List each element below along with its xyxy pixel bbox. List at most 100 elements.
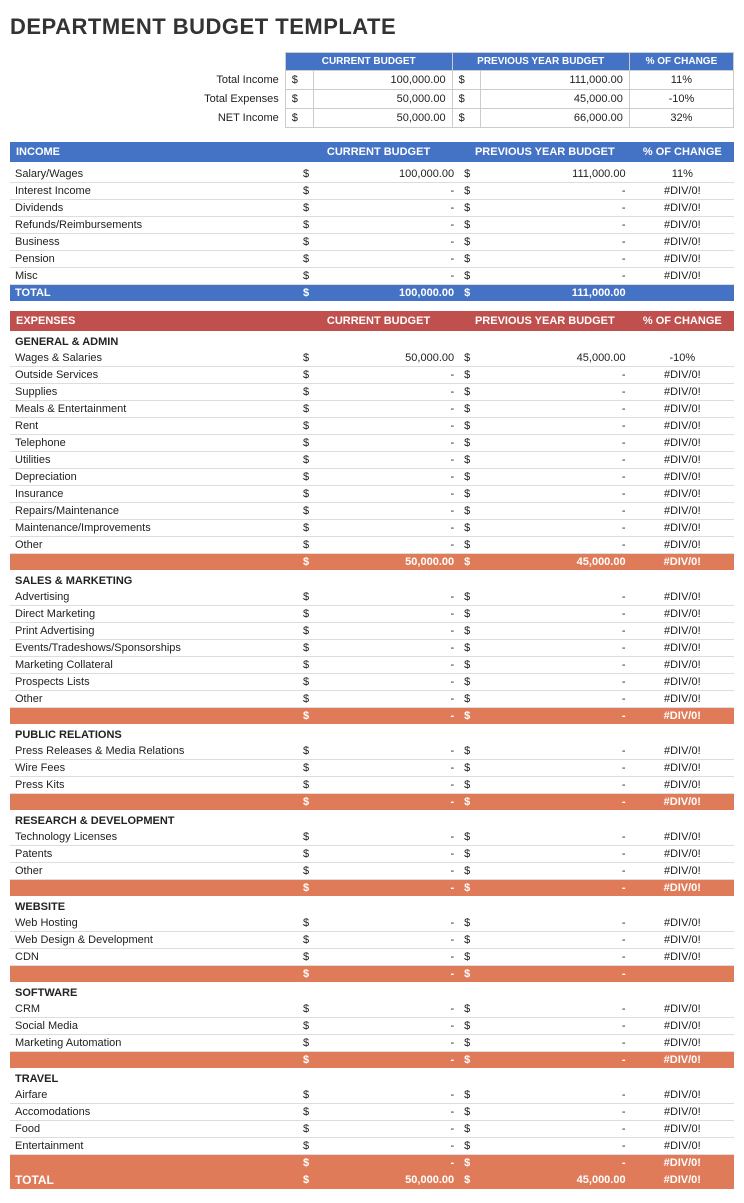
expense-row-ga-2: Supplies$-$-#DIV/0! (10, 384, 734, 401)
income-row5-curr: - (322, 251, 459, 268)
subtotal-website: $ - $ - (10, 966, 734, 983)
group-header-pr: PUBLIC RELATIONS (10, 724, 734, 743)
expense-row-ga-4: Rent$-$-#DIV/0! (10, 418, 734, 435)
expense-row-sw-1: Social Media$-$-#DIV/0! (10, 1018, 734, 1035)
expenses-label: EXPENSES (10, 311, 298, 331)
expense-row-tr-2: Food$-$-#DIV/0! (10, 1121, 734, 1138)
expense-row-rd-1: Patents$-$-#DIV/0! (10, 846, 734, 863)
income-row1-curr: - (322, 183, 459, 200)
expense-row-sm-2: Print Advertising$-$-#DIV/0! (10, 623, 734, 640)
expense-row-ga-0: Wages & Salaries$50,000.00$45,000.00-10% (10, 350, 734, 367)
income-label: INCOME (10, 142, 298, 162)
summary-prev-header: PREVIOUS YEAR BUDGET (452, 53, 629, 71)
expense-row-sw-2: Marketing Automation$-$-#DIV/0! (10, 1035, 734, 1052)
summary-total-income-label: Total Income (10, 71, 285, 90)
income-row0-pct: 11% (631, 166, 734, 183)
expense-row-pr-0: Press Releases & Media Relations$-$-#DIV… (10, 743, 734, 760)
subtotal-software: $ - $ - #DIV/0! (10, 1052, 734, 1069)
summary-row1-curr: 50,000.00 (314, 90, 452, 109)
expenses-section-header: EXPENSES CURRENT BUDGET PREVIOUS YEAR BU… (10, 311, 734, 331)
income-row-1: Interest Income $ - $ - #DIV/0! (10, 183, 734, 200)
income-row5-label: Pension (10, 251, 298, 268)
income-row6-label: Misc (10, 268, 298, 285)
income-total-label: TOTAL (10, 285, 298, 302)
income-row-5: Pension $ - $ - #DIV/0! (10, 251, 734, 268)
summary-row1-prev: 45,000.00 (481, 90, 630, 109)
summary-row1-dollar2: $ (452, 90, 480, 109)
income-row-0: Salary/Wages $ 100,000.00 $ 111,000.00 1… (10, 166, 734, 183)
expense-row-ga-5: Telephone$-$-#DIV/0! (10, 435, 734, 452)
expenses-curr-header: CURRENT BUDGET (298, 311, 459, 331)
summary-row1-dollar1: $ (285, 90, 313, 109)
income-row0-prev: 111,000.00 (483, 166, 631, 183)
income-row6-prev: - (483, 268, 631, 285)
subtotal-pr: $ - $ - #DIV/0! (10, 794, 734, 811)
expenses-table: EXPENSES CURRENT BUDGET PREVIOUS YEAR BU… (10, 311, 734, 1189)
expense-row-sw-0: CRM$-$-#DIV/0! (10, 1001, 734, 1018)
expense-row-tr-1: Accomodations$-$-#DIV/0! (10, 1104, 734, 1121)
income-total-curr: 100,000.00 (322, 285, 459, 302)
summary-row0-curr: 100,000.00 (314, 71, 452, 90)
summary-total-expenses-label: Total Expenses (10, 90, 285, 109)
group-header-software: SOFTWARE (10, 982, 734, 1001)
expense-row-sm-3: Events/Tradeshows/Sponsorships$-$-#DIV/0… (10, 640, 734, 657)
income-row4-label: Business (10, 234, 298, 251)
income-row5-prev: - (483, 251, 631, 268)
expense-row-ga-1: Outside Services$-$-#DIV/0! (10, 367, 734, 384)
subtotal-travel: $ - $ - #DIV/0! (10, 1155, 734, 1172)
income-row4-pct: #DIV/0! (631, 234, 734, 251)
expenses-total-pct: #DIV/0! (631, 1171, 734, 1189)
summary-curr-header: CURRENT BUDGET (285, 53, 452, 71)
income-row4-prev: - (483, 234, 631, 251)
expense-row-web-2: CDN$-$-#DIV/0! (10, 949, 734, 966)
income-row0-label: Salary/Wages (10, 166, 298, 183)
expenses-total-curr: 50,000.00 (322, 1171, 459, 1189)
expense-row-tr-3: Entertainment$-$-#DIV/0! (10, 1138, 734, 1155)
expense-row-web-0: Web Hosting$-$-#DIV/0! (10, 915, 734, 932)
group-header-general-admin: GENERAL & ADMIN (10, 331, 734, 350)
summary-row0-dollar1: $ (285, 71, 313, 90)
income-row1-label: Interest Income (10, 183, 298, 200)
income-section-header: INCOME CURRENT BUDGET PREVIOUS YEAR BUDG… (10, 142, 734, 162)
expense-row-pr-2: Press Kits$-$-#DIV/0! (10, 777, 734, 794)
income-curr-header: CURRENT BUDGET (298, 142, 459, 162)
expenses-prev-header: PREVIOUS YEAR BUDGET (459, 311, 630, 331)
subtotal-general-admin: $ 50,000.00 $ 45,000.00 #DIV/0! (10, 554, 734, 571)
summary-row0-pct: 11% (629, 71, 733, 90)
income-row1-prev: - (483, 183, 631, 200)
expense-row-ga-3: Meals & Entertainment$-$-#DIV/0! (10, 401, 734, 418)
expenses-grand-total: TOTAL $ 50,000.00 $ 45,000.00 #DIV/0! (10, 1171, 734, 1189)
expense-row-ga-6: Utilities$-$-#DIV/0! (10, 452, 734, 469)
income-total-pct (631, 285, 734, 302)
subtotal-rd: $ - $ - #DIV/0! (10, 880, 734, 897)
expense-row-ga-9: Repairs/Maintenance$-$-#DIV/0! (10, 503, 734, 520)
income-row4-curr: - (322, 234, 459, 251)
page-title: DEPARTMENT BUDGET TEMPLATE (10, 14, 734, 40)
expense-row-sm-6: Other$-$-#DIV/0! (10, 691, 734, 708)
group-header-sales-marketing: SALES & MARKETING (10, 570, 734, 589)
summary-row2-dollar1: $ (285, 109, 313, 128)
summary-row0-dollar2: $ (452, 71, 480, 90)
summary-row2-curr: 50,000.00 (314, 109, 452, 128)
expense-row-ga-11: Other$-$-#DIV/0! (10, 537, 734, 554)
expense-row-rd-0: Technology Licenses$-$-#DIV/0! (10, 829, 734, 846)
income-row2-pct: #DIV/0! (631, 200, 734, 217)
expense-row-sm-4: Marketing Collateral$-$-#DIV/0! (10, 657, 734, 674)
expenses-total-prev: 45,000.00 (483, 1171, 631, 1189)
expense-row-tr-0: Airfare$-$-#DIV/0! (10, 1087, 734, 1104)
group-header-travel: TRAVEL (10, 1068, 734, 1087)
expense-row-sm-5: Prospects Lists$-$-#DIV/0! (10, 674, 734, 691)
expense-row-sm-1: Direct Marketing$-$-#DIV/0! (10, 606, 734, 623)
summary-row2-dollar2: $ (452, 109, 480, 128)
expenses-total-label: TOTAL (10, 1171, 298, 1189)
income-row0-curr: 100,000.00 (322, 166, 459, 183)
income-row-3: Refunds/Reimbursements $ - $ - #DIV/0! (10, 217, 734, 234)
income-row-4: Business $ - $ - #DIV/0! (10, 234, 734, 251)
expense-row-ga-7: Depreciation$-$-#DIV/0! (10, 469, 734, 486)
summary-table: CURRENT BUDGET PREVIOUS YEAR BUDGET % OF… (10, 52, 734, 128)
expenses-pct-header: % OF CHANGE (631, 311, 734, 331)
expense-row-rd-2: Other$-$-#DIV/0! (10, 863, 734, 880)
income-total-row: TOTAL $ 100,000.00 $ 111,000.00 (10, 285, 734, 302)
income-row3-curr: - (322, 217, 459, 234)
summary-pct-header: % OF CHANGE (629, 53, 733, 71)
